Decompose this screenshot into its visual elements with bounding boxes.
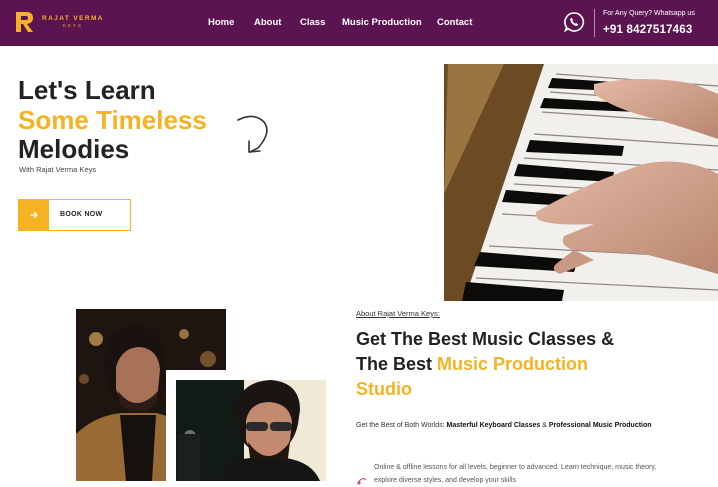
query-label: For Any Query? Whatsapp us [603,10,695,17]
hero-title-line2: Some Timeless [18,105,207,135]
desc-plain-2: & [540,422,549,429]
nav-class[interactable]: Class [300,17,325,28]
desc-plain-1: Get the Best of Both Worlds: [356,422,447,429]
hero-piano-image [444,64,718,301]
whatsapp-icon[interactable] [563,11,585,33]
feature-text: Online & offline lessons for all levels,… [374,464,657,484]
music-note-icon [357,477,367,485]
desc-bold-2: Professional Music Production [548,422,652,429]
about-label: About Rajat Verma Keys: [356,309,440,318]
about-heading-line2-plain: The Best [356,354,438,374]
performer-photo-2-frame [166,370,326,481]
nav-contact[interactable]: Contact [437,17,472,28]
desc-bold-1: Masterful Keyboard Classes [446,422,541,429]
header-divider [594,9,595,37]
book-now-button[interactable]: BOOK NOW [18,199,131,231]
nav-music-production[interactable]: Music Production [342,17,422,28]
book-now-label: BOOK NOW [60,211,103,218]
nav-about[interactable]: About [254,17,281,28]
nav-home[interactable]: Home [208,17,234,28]
performer-photo-2 [176,380,326,481]
phone-number[interactable]: +91 8427517463 [603,24,692,36]
hero-title-line3: Melodies [18,134,130,164]
arrow-right-icon [19,200,49,230]
curved-arrow-icon [237,115,268,153]
hero-title-line1: Let's Learn [18,75,156,105]
hero-subtitle: With Rajat Verma Keys [19,165,97,174]
about-description: Get the Best of Both Worlds: Masterful K… [356,419,656,433]
about-heading-line3: Studio [356,379,412,399]
about-heading-line1: Get The Best Music Classes & [356,329,615,349]
top-navbar: RAJAT VERMA KEYS Home About Class Music … [0,0,718,46]
about-heading-line2-highlight: Music Production [437,354,589,374]
about-heading-line2: The Best Music Production [356,355,588,373]
